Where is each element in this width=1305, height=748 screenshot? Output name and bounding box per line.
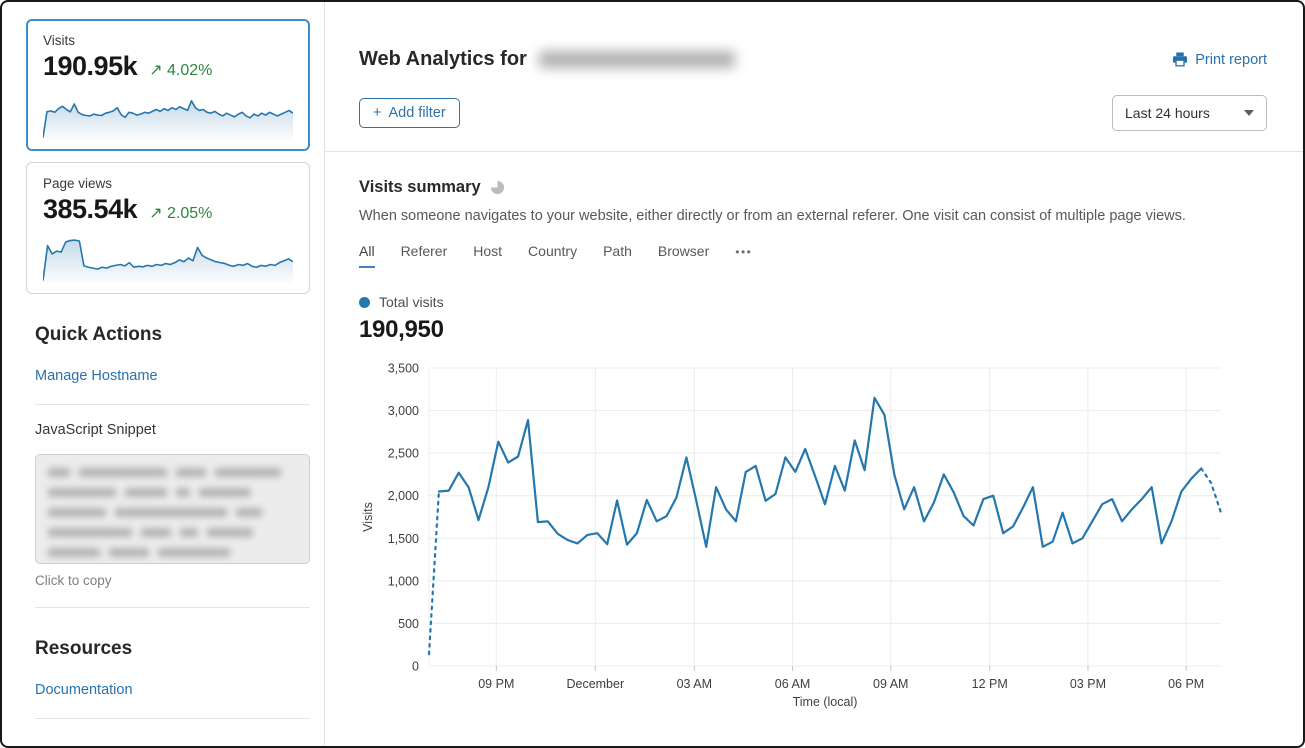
documentation-link[interactable]: Documentation xyxy=(35,682,133,698)
total-visits-value: 190,950 xyxy=(359,316,1267,344)
summary-tabs: All Referer Host Country Path Browser ••• xyxy=(359,243,1267,268)
svg-text:3,000: 3,000 xyxy=(388,404,419,418)
tab-host[interactable]: Host xyxy=(473,243,502,268)
redacted-code-line xyxy=(48,528,297,537)
legend-dot-icon xyxy=(359,297,370,308)
resources-heading: Resources xyxy=(35,638,310,660)
trend-up-icon: ↗ xyxy=(149,205,162,222)
divider xyxy=(35,404,310,405)
divider xyxy=(35,607,310,608)
redacted-code-line xyxy=(48,488,297,497)
visits-sparkline xyxy=(43,90,293,140)
tab-browser[interactable]: Browser xyxy=(658,243,709,268)
page-views-sparkline xyxy=(43,233,293,283)
js-snippet-label: JavaScript Snippet xyxy=(35,422,310,438)
stat-card-page-views-label: Page views xyxy=(43,176,293,191)
visits-summary-description: When someone navigates to your website, … xyxy=(359,208,1267,224)
stat-card-page-views-value: 385.54k xyxy=(43,194,137,225)
svg-text:09 PM: 09 PM xyxy=(478,677,514,691)
svg-text:12 PM: 12 PM xyxy=(972,677,1008,691)
time-range-select[interactable]: Last 24 hours xyxy=(1112,95,1267,131)
svg-text:2,000: 2,000 xyxy=(388,489,419,503)
stat-card-visits-change: ↗ 4.02% xyxy=(149,60,212,80)
svg-text:500: 500 xyxy=(398,617,419,631)
svg-text:Time (local): Time (local) xyxy=(793,695,858,709)
redacted-code-line xyxy=(48,468,297,477)
svg-text:2,500: 2,500 xyxy=(388,447,419,461)
sidebar: Visits 190.95k ↗ 4.02% Page views 385.54… xyxy=(2,2,325,746)
stat-card-visits-value: 190.95k xyxy=(43,51,137,82)
svg-text:December: December xyxy=(566,677,624,691)
js-snippet-code-box[interactable] xyxy=(35,454,310,564)
quick-actions-heading: Quick Actions xyxy=(35,324,310,346)
svg-text:3,500: 3,500 xyxy=(388,362,419,376)
tabs-more-button[interactable]: ••• xyxy=(735,245,752,268)
svg-text:06 AM: 06 AM xyxy=(775,677,810,691)
stat-card-visits[interactable]: Visits 190.95k ↗ 4.02% xyxy=(26,19,310,151)
stat-card-page-views[interactable]: Page views 385.54k ↗ 2.05% xyxy=(26,162,310,294)
visits-summary-heading: Visits summary xyxy=(359,178,481,197)
svg-text:1,000: 1,000 xyxy=(388,574,419,588)
chart-legend: Total visits xyxy=(359,294,1267,310)
svg-text:06 PM: 06 PM xyxy=(1168,677,1204,691)
printer-icon xyxy=(1172,52,1188,67)
click-to-copy-hint: Click to copy xyxy=(35,573,310,588)
print-report-link[interactable]: Print report xyxy=(1172,52,1267,68)
pie-chart-icon xyxy=(490,180,505,195)
svg-text:Visits: Visits xyxy=(361,502,375,532)
stat-card-visits-label: Visits xyxy=(43,33,293,48)
visits-chart[interactable]: 0 500 1,000 1,500 2,000 2,500 3,000 3,500 09 PM D… xyxy=(359,356,1236,714)
time-range-value: Last 24 hours xyxy=(1125,105,1210,121)
stat-card-page-views-change: ↗ 2.05% xyxy=(149,203,212,223)
redacted-domain xyxy=(539,51,735,68)
divider xyxy=(35,718,310,719)
divider xyxy=(325,151,1303,152)
app-window: Visits 190.95k ↗ 4.02% Page views 385.54… xyxy=(0,0,1305,748)
redacted-code-line xyxy=(48,548,297,557)
svg-text:03 AM: 03 AM xyxy=(677,677,712,691)
manage-hostname-link[interactable]: Manage Hostname xyxy=(35,368,158,384)
tab-country[interactable]: Country xyxy=(528,243,577,268)
add-filter-button[interactable]: + Add filter xyxy=(359,98,460,128)
main-panel: Web Analytics for Print report + Add fil… xyxy=(325,2,1303,746)
tab-all[interactable]: All xyxy=(359,243,375,268)
svg-text:0: 0 xyxy=(412,660,419,674)
svg-text:1,500: 1,500 xyxy=(388,532,419,546)
trend-up-icon: ↗ xyxy=(149,62,162,79)
page-title: Web Analytics for xyxy=(359,48,735,71)
plus-icon: + xyxy=(373,105,381,121)
chevron-down-icon xyxy=(1244,110,1254,116)
svg-text:03 PM: 03 PM xyxy=(1070,677,1106,691)
redacted-code-line xyxy=(48,508,297,517)
svg-text:09 AM: 09 AM xyxy=(873,677,908,691)
tab-path[interactable]: Path xyxy=(603,243,632,268)
legend-label: Total visits xyxy=(379,294,444,310)
tab-referer[interactable]: Referer xyxy=(401,243,448,268)
